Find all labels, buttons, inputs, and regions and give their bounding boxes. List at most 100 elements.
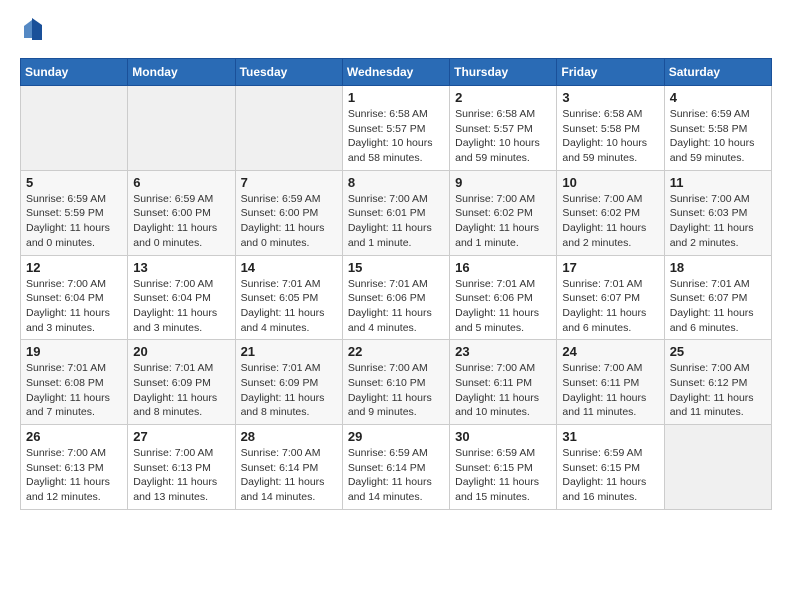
calendar-cell: 10 Sunrise: 7:00 AMSunset: 6:02 PMDayligh… xyxy=(557,170,664,255)
day-info: Sunrise: 6:59 AMSunset: 6:15 PMDaylight:… xyxy=(562,446,658,505)
day-number: 26 xyxy=(26,429,122,444)
calendar-cell: 13Sunrise: 7:00 AMSunset: 6:04 PMDayligh… xyxy=(128,255,235,340)
calendar-week-row: 5 Sunrise: 6:59 AMSunset: 5:59 PMDaylight… xyxy=(21,170,772,255)
day-number: 12 xyxy=(26,260,122,275)
day-info: Sunrise: 6:58 AMSunset: 5:57 PMDaylight:… xyxy=(348,107,444,166)
day-number: 31 xyxy=(562,429,658,444)
day-info: Sunrise: 7:00 AMSunset: 6:04 PMDaylight:… xyxy=(133,277,229,336)
day-info: Sunrise: 7:00 AMSunset: 6:10 PMDaylight:… xyxy=(348,361,444,420)
weekday-header: Tuesday xyxy=(235,59,342,86)
day-info: Sunrise: 7:00 AMSunset: 6:04 PMDaylight:… xyxy=(26,277,122,336)
calendar-cell: 4 Sunrise: 6:59 AMSunset: 5:58 PMDaylight… xyxy=(664,86,771,171)
day-number: 25 xyxy=(670,344,766,359)
logo xyxy=(20,20,42,42)
calendar-cell: 18 Sunrise: 7:01 AMSunset: 6:07 PMDayligh… xyxy=(664,255,771,340)
calendar-cell: 17Sunrise: 7:01 AMSunset: 6:07 PMDayligh… xyxy=(557,255,664,340)
calendar-cell: 27 Sunrise: 7:00 AMSunset: 6:13 PMDayligh… xyxy=(128,425,235,510)
day-info: Sunrise: 7:00 AMSunset: 6:13 PMDaylight:… xyxy=(26,446,122,505)
day-number: 18 xyxy=(670,260,766,275)
day-number: 2 xyxy=(455,90,551,105)
calendar-cell: 11 Sunrise: 7:00 AMSunset: 6:03 PMDayligh… xyxy=(664,170,771,255)
day-info: Sunrise: 7:00 AMSunset: 6:01 PMDaylight:… xyxy=(348,192,444,251)
day-number: 7 xyxy=(241,175,337,190)
calendar-cell xyxy=(235,86,342,171)
weekday-header: Saturday xyxy=(664,59,771,86)
day-info: Sunrise: 6:59 AMSunset: 5:58 PMDaylight:… xyxy=(670,107,766,166)
calendar-cell: 28 Sunrise: 7:00 AMSunset: 6:14 PMDayligh… xyxy=(235,425,342,510)
day-info: Sunrise: 7:00 AMSunset: 6:02 PMDaylight:… xyxy=(562,192,658,251)
calendar-body: 1 Sunrise: 6:58 AMSunset: 5:57 PMDaylight… xyxy=(21,86,772,510)
day-number: 6 xyxy=(133,175,229,190)
calendar-cell: 23 Sunrise: 7:00 AMSunset: 6:11 PMDayligh… xyxy=(450,340,557,425)
weekday-header: Thursday xyxy=(450,59,557,86)
calendar-cell: 2 Sunrise: 6:58 AMSunset: 5:57 PMDaylight… xyxy=(450,86,557,171)
day-number: 5 xyxy=(26,175,122,190)
calendar-cell: 22 Sunrise: 7:00 AMSunset: 6:10 PMDayligh… xyxy=(342,340,449,425)
calendar-cell: 3 Sunrise: 6:58 AMSunset: 5:58 PMDaylight… xyxy=(557,86,664,171)
weekday-header: Sunday xyxy=(21,59,128,86)
weekday-header: Wednesday xyxy=(342,59,449,86)
day-number: 4 xyxy=(670,90,766,105)
day-number: 20 xyxy=(133,344,229,359)
day-info: Sunrise: 7:00 AMSunset: 6:02 PMDaylight:… xyxy=(455,192,551,251)
day-info: Sunrise: 6:59 AMSunset: 6:14 PMDaylight:… xyxy=(348,446,444,505)
day-info: Sunrise: 7:01 AMSunset: 6:06 PMDaylight:… xyxy=(455,277,551,336)
weekday-header: Monday xyxy=(128,59,235,86)
calendar-cell: 21Sunrise: 7:01 AMSunset: 6:09 PMDayligh… xyxy=(235,340,342,425)
page-header xyxy=(20,20,772,42)
calendar-cell xyxy=(21,86,128,171)
day-number: 8 xyxy=(348,175,444,190)
day-number: 3 xyxy=(562,90,658,105)
day-number: 19 xyxy=(26,344,122,359)
weekday-header-row: SundayMondayTuesdayWednesdayThursdayFrid… xyxy=(21,59,772,86)
calendar-week-row: 26 Sunrise: 7:00 AMSunset: 6:13 PMDayligh… xyxy=(21,425,772,510)
calendar-cell: 8 Sunrise: 7:00 AMSunset: 6:01 PMDaylight… xyxy=(342,170,449,255)
day-info: Sunrise: 6:59 AMSunset: 6:15 PMDaylight:… xyxy=(455,446,551,505)
day-info: Sunrise: 7:01 AMSunset: 6:06 PMDaylight:… xyxy=(348,277,444,336)
calendar-cell: 14Sunrise: 7:01 AMSunset: 6:05 PMDayligh… xyxy=(235,255,342,340)
calendar-cell: 5 Sunrise: 6:59 AMSunset: 5:59 PMDaylight… xyxy=(21,170,128,255)
day-info: Sunrise: 7:01 AMSunset: 6:09 PMDaylight:… xyxy=(133,361,229,420)
day-number: 21 xyxy=(241,344,337,359)
day-info: Sunrise: 7:00 AMSunset: 6:14 PMDaylight:… xyxy=(241,446,337,505)
calendar-cell xyxy=(128,86,235,171)
calendar-week-row: 1 Sunrise: 6:58 AMSunset: 5:57 PMDaylight… xyxy=(21,86,772,171)
day-info: Sunrise: 7:00 AMSunset: 6:13 PMDaylight:… xyxy=(133,446,229,505)
calendar-cell: 19 Sunrise: 7:01 AMSunset: 6:08 PMDayligh… xyxy=(21,340,128,425)
day-info: Sunrise: 6:59 AMSunset: 6:00 PMDaylight:… xyxy=(133,192,229,251)
day-number: 10 xyxy=(562,175,658,190)
day-number: 9 xyxy=(455,175,551,190)
calendar-cell: 26 Sunrise: 7:00 AMSunset: 6:13 PMDayligh… xyxy=(21,425,128,510)
day-number: 27 xyxy=(133,429,229,444)
day-info: Sunrise: 7:00 AMSunset: 6:11 PMDaylight:… xyxy=(455,361,551,420)
calendar-cell: 30Sunrise: 6:59 AMSunset: 6:15 PMDayligh… xyxy=(450,425,557,510)
calendar-cell xyxy=(664,425,771,510)
day-number: 23 xyxy=(455,344,551,359)
calendar-cell: 7 Sunrise: 6:59 AMSunset: 6:00 PMDaylight… xyxy=(235,170,342,255)
weekday-header: Friday xyxy=(557,59,664,86)
day-number: 1 xyxy=(348,90,444,105)
day-info: Sunrise: 7:00 AMSunset: 6:03 PMDaylight:… xyxy=(670,192,766,251)
day-info: Sunrise: 6:59 AMSunset: 6:00 PMDaylight:… xyxy=(241,192,337,251)
day-number: 22 xyxy=(348,344,444,359)
day-info: Sunrise: 7:01 AMSunset: 6:08 PMDaylight:… xyxy=(26,361,122,420)
calendar-cell: 16Sunrise: 7:01 AMSunset: 6:06 PMDayligh… xyxy=(450,255,557,340)
calendar-week-row: 19 Sunrise: 7:01 AMSunset: 6:08 PMDayligh… xyxy=(21,340,772,425)
day-info: Sunrise: 7:00 AMSunset: 6:11 PMDaylight:… xyxy=(562,361,658,420)
calendar-week-row: 12 Sunrise: 7:00 AMSunset: 6:04 PMDayligh… xyxy=(21,255,772,340)
day-number: 15 xyxy=(348,260,444,275)
day-number: 29 xyxy=(348,429,444,444)
day-info: Sunrise: 7:01 AMSunset: 6:07 PMDaylight:… xyxy=(670,277,766,336)
calendar-cell: 1 Sunrise: 6:58 AMSunset: 5:57 PMDaylight… xyxy=(342,86,449,171)
calendar-cell: 15 Sunrise: 7:01 AMSunset: 6:06 PMDayligh… xyxy=(342,255,449,340)
calendar-cell: 12 Sunrise: 7:00 AMSunset: 6:04 PMDayligh… xyxy=(21,255,128,340)
day-info: Sunrise: 6:59 AMSunset: 5:59 PMDaylight:… xyxy=(26,192,122,251)
day-number: 28 xyxy=(241,429,337,444)
day-info: Sunrise: 6:58 AMSunset: 5:58 PMDaylight:… xyxy=(562,107,658,166)
day-info: Sunrise: 6:58 AMSunset: 5:57 PMDaylight:… xyxy=(455,107,551,166)
day-number: 17 xyxy=(562,260,658,275)
calendar-cell: 20 Sunrise: 7:01 AMSunset: 6:09 PMDayligh… xyxy=(128,340,235,425)
day-number: 11 xyxy=(670,175,766,190)
day-number: 24 xyxy=(562,344,658,359)
calendar-cell: 25Sunrise: 7:00 AMSunset: 6:12 PMDayligh… xyxy=(664,340,771,425)
